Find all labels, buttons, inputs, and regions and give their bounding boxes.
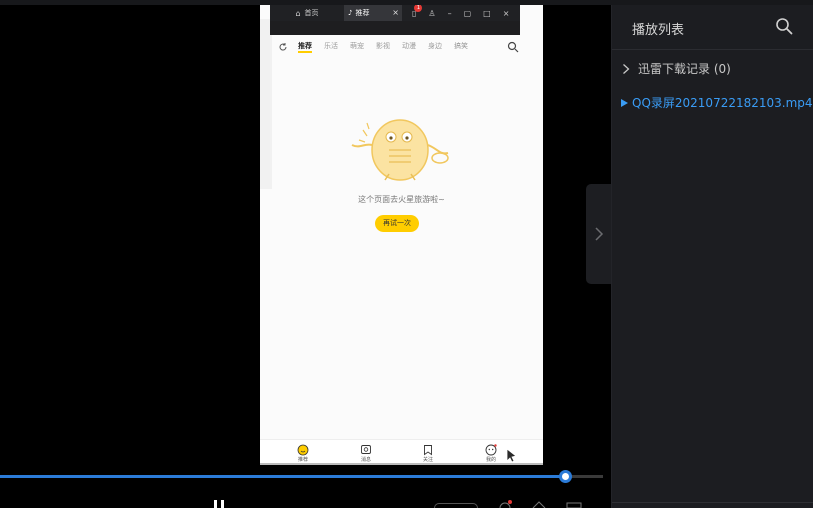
maximize-icon: □ [483,8,491,18]
bottom-nav-item: 我的 [476,444,506,463]
search-icon[interactable] [775,17,793,35]
recorded-tab-label: 首页 [304,9,319,17]
control-pill[interactable] [434,503,478,508]
profile-icon [485,444,497,456]
category-item: 乐活 [324,42,338,50]
folder-label: 迅雷下载记录 (0) [638,62,731,76]
music-note-icon: ♪ [348,9,353,17]
minimize-icon: – [447,8,452,18]
control-icon[interactable] [566,500,582,508]
progress-bar[interactable] [0,470,603,483]
recorded-address-bar [270,21,520,35]
control-icon[interactable] [532,500,546,508]
home-icon: ⌂ [295,8,301,18]
pause-icon[interactable] [212,500,232,508]
panel-divider [612,49,813,50]
panel-bottom-line [612,502,813,503]
playlist-panel: 播放列表 迅雷下载记录 (0) QQ录屏20210722182103.mp4 [611,5,813,508]
refresh-icon [279,43,287,51]
mascot-illustration [351,119,449,181]
playlist-toggle-handle[interactable] [586,184,612,284]
empty-state-message: 这个页面去火星旅游啦~ [358,195,445,204]
mouse-cursor-icon [506,448,517,462]
playlist-title: 播放列表 [632,23,685,38]
recorded-phone-screen: ⌂ 首页 ♪ 推荐 × ▯ 1 ♙ – ▢ □ × 推荐 乐活 萌宠 影视 动漫… [260,5,543,465]
video-area[interactable]: ⌂ 首页 ♪ 推荐 × ▯ 1 ♙ – ▢ □ × 推荐 乐活 萌宠 影视 动漫… [0,5,611,508]
search-icon [507,41,519,53]
recorded-browser-tabbar: ⌂ 首页 ♪ 推荐 × ▯ 1 ♙ – ▢ □ × [270,5,520,21]
notification-icon: ▯ 1 [412,5,423,18]
category-item: 推荐 [298,41,312,53]
recorded-category-nav: 推荐 乐活 萌宠 影视 动漫 身边 搞笑 [260,37,543,57]
progress-fill [0,475,565,478]
bottom-nav-item: 关注 [413,444,443,463]
chevron-right-icon [595,227,604,241]
message-icon [361,445,371,454]
category-item: 影视 [376,42,390,50]
video-player-window: ⌂ 首页 ♪ 推荐 × ▯ 1 ♙ – ▢ □ × 推荐 乐活 萌宠 影视 动漫… [0,0,813,508]
playlist-item-label: QQ录屏20210722182103.mp4 [632,96,813,110]
category-item: 动漫 [402,42,416,50]
restore-icon: ▢ [463,8,472,18]
user-icon: ♙ [428,8,436,18]
chevron-right-icon [623,63,630,74]
playlist-folder[interactable]: 迅雷下载记录 (0) [620,60,731,77]
bottom-nav-item: 推荐 [288,444,318,463]
category-item: 身边 [428,42,442,50]
retry-button: 再试一次 [375,215,419,232]
close-icon: × [392,8,399,17]
control-icon[interactable] [498,500,512,508]
notification-badge: 1 [414,5,423,12]
smile-icon [297,444,309,456]
play-indicator-icon [621,98,628,107]
category-list: 推荐 乐活 萌宠 影视 动漫 身边 搞笑 [298,41,468,53]
category-item: 萌宠 [350,42,364,50]
recorded-tab-label: 推荐 [355,9,370,17]
bottom-nav-item: 消息 [351,444,381,463]
progress-knob[interactable] [558,470,572,483]
close-icon: × [502,8,510,18]
category-item: 搞笑 [454,42,468,50]
recorded-scrollbar [260,463,543,465]
bookmark-icon [424,445,432,456]
playlist-item-playing[interactable]: QQ录屏20210722182103.mp4 [620,94,813,111]
recorded-window-buttons: ▯ 1 ♙ – ▢ □ × [412,5,510,18]
recorded-tab-home: ⌂ 首页 [270,5,344,21]
recorded-bottom-nav: 推荐 消息 关注 我的 [260,439,543,465]
recorded-tab-active: ♪ 推荐 × [344,5,402,21]
